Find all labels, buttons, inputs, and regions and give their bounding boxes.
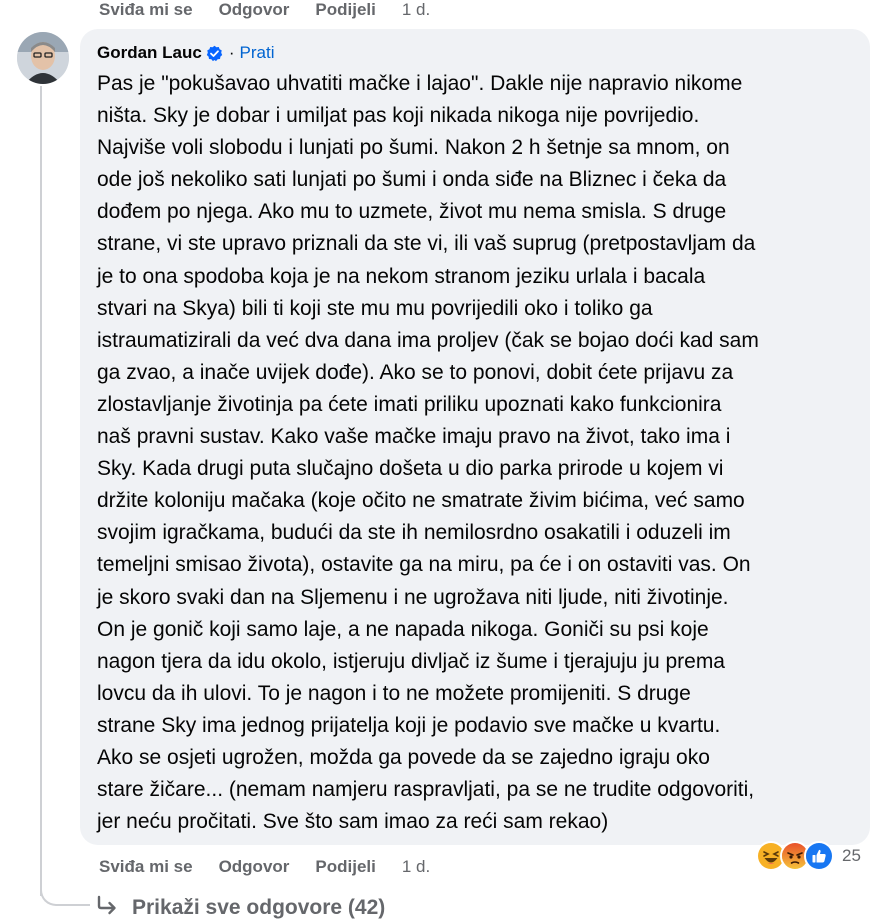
comment-line: zlostavljanje životinja pa ćete imati pr… <box>97 392 722 416</box>
comment-line: svojim igračkama, budući da ste ih nemil… <box>97 521 731 545</box>
comment-line: je skoro svaki dan na Sljemenu i ne ugro… <box>97 585 729 609</box>
share-button[interactable]: Podijeli <box>315 0 375 20</box>
comment-line: naš pravni sustav. Kako vaše mačke imaju… <box>97 425 731 449</box>
comment-line: stvari na Skya) bili ti koji ste mu mu p… <box>97 296 653 320</box>
comment-line: ga zvao, a inače uvijek dođe). Ako se to… <box>97 360 734 384</box>
comment-bubble: Gordan Lauc · Prati Pas je "pokušavao uh… <box>80 29 870 845</box>
show-replies-button[interactable]: Prikaži sve odgovore (42) <box>96 893 385 921</box>
follow-button[interactable]: Prati <box>240 43 275 63</box>
comment-line: Ako se osjeti ugrožen, možda ga povede d… <box>97 745 710 769</box>
reaction-count: 25 <box>842 846 861 865</box>
like-button[interactable]: Sviđa mi se <box>99 0 193 20</box>
comment-text: Pas je "pokušavao uhvatiti mačke i lajao… <box>97 68 857 838</box>
comment-line: Sky. Kada drugi puta slučajno došeta u d… <box>97 457 724 481</box>
author-name[interactable]: Gordan Lauc <box>97 43 202 63</box>
show-replies-label: Prikaži sve odgovore (42) <box>132 896 386 919</box>
comment-line: istraumatizirali da već dva dana ima pro… <box>97 328 759 352</box>
comment-line: ode još nekoliko sati lunjati po šumi i … <box>97 168 727 192</box>
thread-line <box>40 86 42 896</box>
comment-timestamp[interactable]: 1 d. <box>402 0 430 20</box>
like-button[interactable]: Sviđa mi se <box>99 857 193 877</box>
separator-dot: · <box>228 43 235 62</box>
comment-line: lovcu da ih ulovi. To je nagon i to ne m… <box>97 681 691 705</box>
avatar[interactable] <box>17 32 69 84</box>
reply-button[interactable]: Odgovor <box>219 0 290 20</box>
share-button[interactable]: Podijeli <box>315 857 375 877</box>
reply-arrow-icon <box>96 895 118 921</box>
like-icon <box>804 841 834 871</box>
reactions-summary[interactable]: 25 <box>756 840 861 872</box>
reply-button[interactable]: Odgovor <box>219 857 290 877</box>
comment-line: jer neću pročitati. Sve što sam imao za … <box>97 810 609 834</box>
comment-line: Najviše voli slobodu i lunjati po šumi. … <box>97 136 730 160</box>
comment-line: Pas je "pokušavao uhvatiti mačke i lajao… <box>97 72 743 95</box>
previous-comment-actions: Sviđa mi se Odgovor Podijeli 1 d. <box>99 0 456 23</box>
comment-line: temeljni smisao života), ostavite ga na … <box>97 553 751 577</box>
comment-line: nagon tjera da idu okolo, istjeruju divl… <box>97 649 725 673</box>
comment-line: On je gonič koji samo laje, a ne napada … <box>97 617 709 641</box>
comment-line: ništa. Sky je dobar i umiljat pas koji n… <box>97 104 700 128</box>
verified-badge-icon <box>206 45 223 62</box>
comment-header: Gordan Lauc · Prati <box>97 39 870 67</box>
comment-line: stare žičare... (nemam namjeru raspravlj… <box>97 778 755 802</box>
comment-line: držite koloniju mačaka (koje očito ne sm… <box>97 489 745 513</box>
comment-line: dođem po njega. Ako mu to uzmete, život … <box>97 200 727 224</box>
comment-line: je to ona spodoba koja je na nekom stran… <box>97 264 706 288</box>
comment-actions: Sviđa mi se Odgovor Podijeli 1 d. <box>99 854 456 880</box>
comment-line: strane Sky ima jednog prijatelja koji je… <box>97 713 721 737</box>
comment-line: strane, vi ste upravo priznali da ste vi… <box>97 232 756 256</box>
thread-connector <box>40 860 90 906</box>
comment-timestamp[interactable]: 1 d. <box>402 857 430 877</box>
